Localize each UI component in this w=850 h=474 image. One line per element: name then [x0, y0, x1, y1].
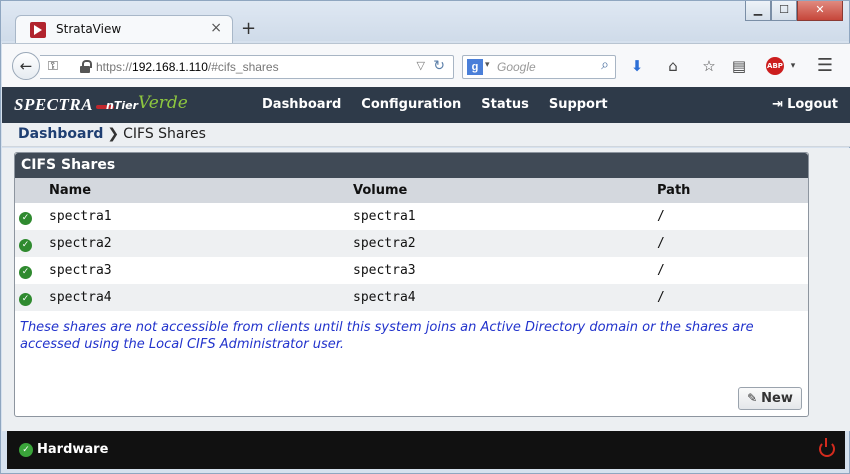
table-row[interactable]: ✓ spectra2 spectra2 / — [15, 230, 808, 257]
reload-icon[interactable]: ↻ — [433, 58, 445, 74]
search-bar[interactable]: g ▾ Google ⌕ — [462, 55, 616, 79]
tab-title: StrataView — [56, 22, 122, 36]
share-name: spectra2 — [49, 230, 353, 257]
cifs-shares-panel: CIFS Shares Name Volume Path ✓ spectra1 … — [14, 152, 809, 417]
nav-dashboard[interactable]: Dashboard — [262, 87, 341, 123]
adblock-dropdown-icon[interactable]: ▾ — [782, 55, 804, 77]
search-engine-dropdown-icon[interactable]: ▾ — [485, 60, 490, 70]
chevron-right-icon: ❯ — [107, 126, 120, 142]
browser-tab[interactable]: StrataView × — [15, 15, 233, 43]
share-path: / — [657, 209, 665, 224]
maximize-button[interactable]: ☐ — [771, 1, 797, 21]
window-controls: ▁ ☐ ✕ — [745, 1, 843, 21]
breadcrumb: Dashboard ❯ CIFS Shares — [2, 123, 850, 147]
search-icon[interactable]: ⌕ — [601, 57, 609, 73]
strataview-favicon-icon — [30, 22, 46, 38]
new-share-button[interactable]: ✎ New — [738, 387, 802, 410]
share-volume: spectra2 — [353, 230, 657, 257]
main-content: CIFS Shares Name Volume Path ✓ spectra1 … — [2, 148, 850, 431]
url-path: /#cifs_shares — [207, 60, 279, 74]
nav-configuration[interactable]: Configuration — [361, 87, 461, 123]
search-input[interactable]: Google — [497, 60, 536, 74]
tab-close-icon[interactable]: × — [210, 20, 222, 36]
lock-icon — [80, 60, 92, 73]
new-tab-button[interactable]: + — [241, 19, 256, 39]
share-name: spectra3 — [49, 263, 112, 278]
google-icon[interactable]: g — [467, 59, 483, 75]
check-circle-icon: ✓ — [19, 211, 32, 225]
share-path: / — [657, 230, 808, 257]
address-bar[interactable]: ⚿ https://192.168.1.110/#cifs_shares ▽ ↻ — [40, 55, 454, 79]
nav-status[interactable]: Status — [481, 87, 529, 123]
column-header-path[interactable]: Path — [657, 178, 808, 203]
status-column-header — [15, 178, 49, 203]
check-circle-icon: ✓ — [19, 443, 33, 457]
panel-title: CIFS Shares — [15, 153, 808, 178]
status-footer: ✓ Hardware — [7, 431, 845, 469]
column-header-volume[interactable]: Volume — [353, 178, 657, 203]
breadcrumb-dashboard-link[interactable]: Dashboard — [18, 126, 103, 142]
share-name: spectra4 — [49, 284, 353, 311]
breadcrumb-current: CIFS Shares — [123, 126, 206, 142]
download-icon[interactable]: ⬇ — [626, 55, 648, 77]
hardware-status-link[interactable]: Hardware — [37, 442, 108, 457]
info-note: These shares are not accessible from cli… — [20, 320, 754, 352]
share-path: / — [657, 263, 665, 278]
new-button-label: New — [761, 391, 793, 406]
logout-label: Logout — [787, 97, 838, 112]
minimize-button[interactable]: ▁ — [745, 1, 771, 21]
table-row[interactable]: ✓ spectra1 spectra1 / — [15, 203, 808, 230]
app-header: SPECTRA nTier Verde Dashboard Configurat… — [2, 87, 850, 123]
menu-icon[interactable]: ☰ — [814, 55, 836, 77]
power-icon[interactable] — [819, 438, 835, 457]
check-circle-icon: ✓ — [19, 265, 32, 279]
table-row[interactable]: ✓ spectra3 spectra3 / — [15, 257, 808, 284]
share-volume: spectra4 — [353, 284, 657, 311]
logout-button[interactable]: ⇥ Logout — [772, 87, 838, 123]
home-icon[interactable]: ⌂ — [662, 55, 684, 77]
key-icon[interactable]: ⚿ — [48, 59, 58, 74]
shares-table: Name Volume Path ✓ spectra1 spectra1 / ✓… — [15, 178, 808, 311]
table-row[interactable]: ✓ spectra4 spectra4 / — [15, 284, 808, 311]
share-path: / — [657, 284, 808, 311]
dropdown-icon[interactable]: ▽ — [417, 59, 425, 72]
share-volume: spectra1 — [353, 209, 416, 224]
share-volume: spectra3 — [353, 263, 416, 278]
nav-support[interactable]: Support — [549, 87, 608, 123]
url-text[interactable]: https://192.168.1.110/#cifs_shares — [96, 60, 279, 74]
bookmark-star-icon[interactable]: ☆ — [698, 55, 720, 77]
browser-toolbar: ← ⚿ https://192.168.1.110/#cifs_shares ▽… — [2, 43, 850, 87]
share-name: spectra1 — [49, 209, 112, 224]
title-bar: StrataView × + ▁ ☐ ✕ — [1, 1, 849, 43]
main-nav: Dashboard Configuration Status Support — [262, 87, 628, 123]
pencil-icon: ✎ — [747, 391, 758, 405]
back-icon: ← — [19, 57, 33, 75]
check-circle-icon: ✓ — [19, 292, 32, 306]
logout-icon: ⇥ — [772, 97, 784, 112]
column-header-name[interactable]: Name — [49, 178, 353, 203]
url-host: 192.168.1.110 — [132, 60, 208, 74]
close-window-button[interactable]: ✕ — [797, 1, 843, 21]
reader-list-icon[interactable]: ▤ — [728, 55, 750, 77]
back-button[interactable]: ← — [12, 52, 40, 80]
browser-window: StrataView × + ▁ ☐ ✕ ← ⚿ https://192.168… — [0, 0, 850, 474]
check-circle-icon: ✓ — [19, 238, 32, 252]
